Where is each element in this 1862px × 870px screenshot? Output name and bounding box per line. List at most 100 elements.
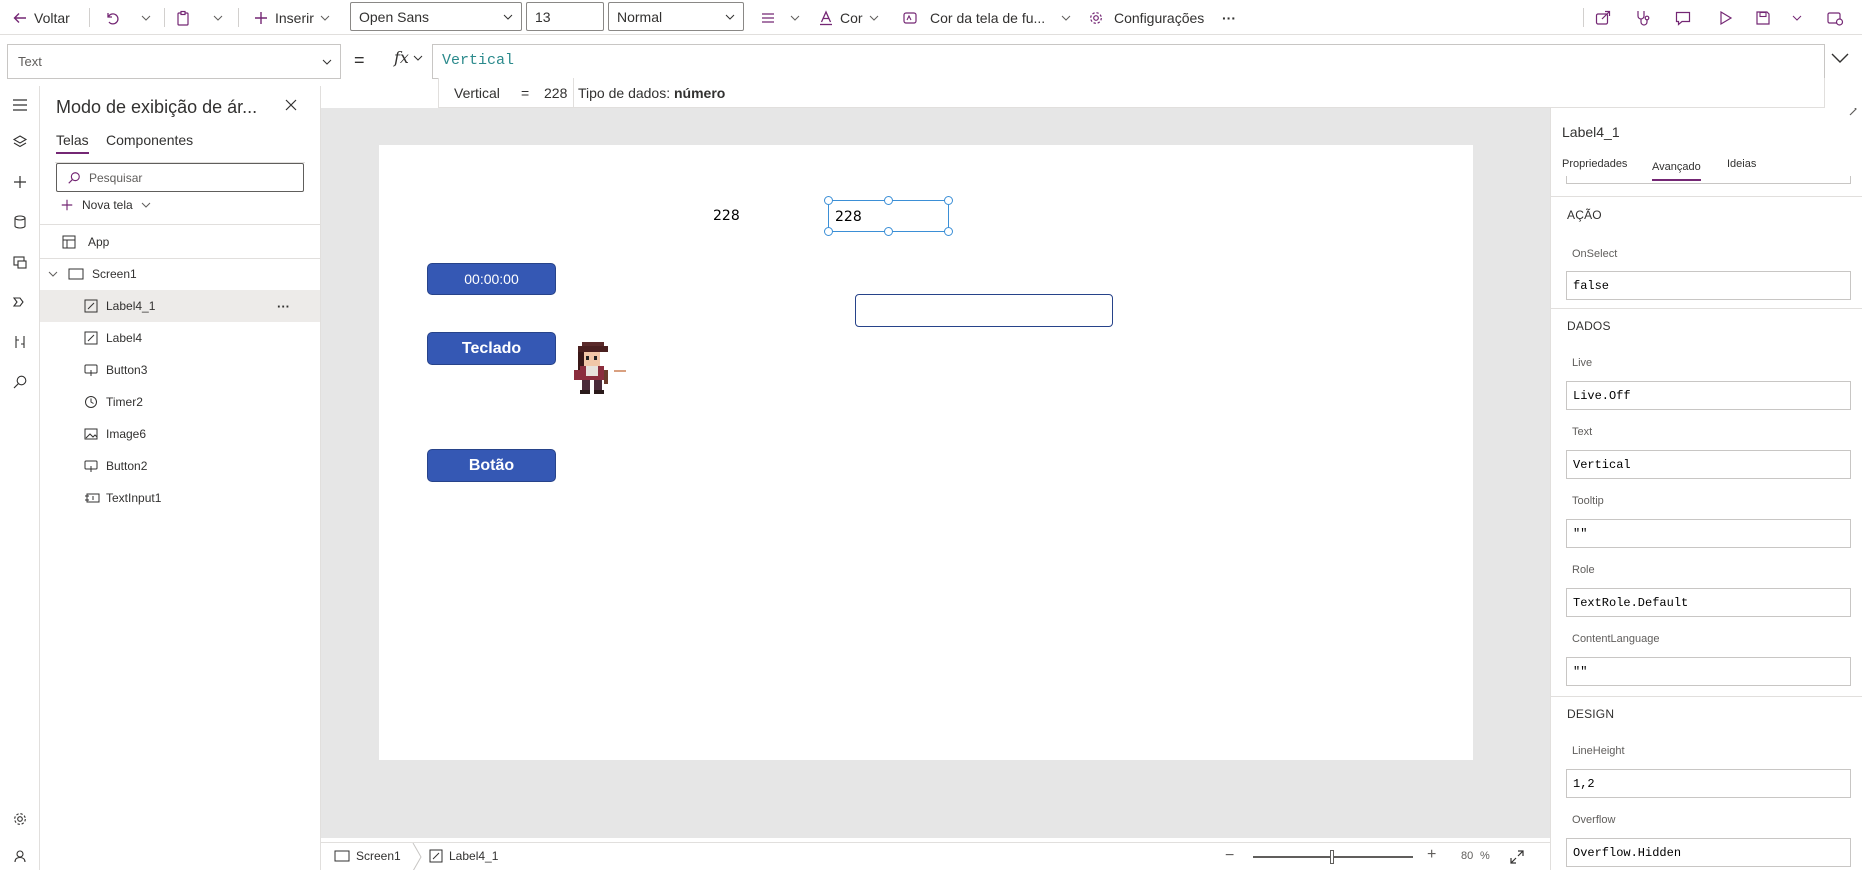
item-more-button[interactable]: ··· <box>277 299 290 314</box>
tree-item-screen1[interactable]: Screen1 <box>40 258 320 290</box>
plus-icon <box>255 11 267 24</box>
formula-expression: Vertical <box>442 52 515 69</box>
app-screen[interactable]: 228 228 00:00:00 Teclado Botão <box>379 145 1473 760</box>
chevron-down-icon <box>1792 15 1802 21</box>
zoom-slider[interactable] <box>1253 850 1413 864</box>
screen-fill-button[interactable]: Cor da tela de fu... <box>902 0 1071 35</box>
tree-item-label4-1[interactable]: Label4_1 ··· <box>40 290 320 322</box>
resize-handle[interactable] <box>884 227 893 236</box>
more-button[interactable]: ··· <box>1222 0 1236 35</box>
tree-item-button2[interactable]: Button2 <box>40 450 320 482</box>
new-screen-button[interactable]: Nova tela <box>60 198 151 212</box>
tab-screens[interactable]: Telas <box>56 132 89 154</box>
divider <box>40 224 320 225</box>
back-button[interactable]: Voltar <box>12 0 70 35</box>
tab-ideas[interactable]: Ideias <box>1727 158 1756 170</box>
tree-item-image6[interactable]: Image6 <box>40 418 320 450</box>
tab-properties[interactable]: Propriedades <box>1562 158 1627 170</box>
contentlanguage-input[interactable]: "" <box>1566 657 1851 686</box>
tooltip-input[interactable]: "" <box>1566 519 1851 548</box>
save-button[interactable] <box>1754 0 1772 35</box>
align-button[interactable] <box>760 0 800 35</box>
data-button[interactable] <box>5 207 35 237</box>
resize-handle[interactable] <box>884 196 893 205</box>
label4-control[interactable]: 228 <box>713 208 740 224</box>
breadcrumb-screen[interactable]: Screen1 <box>334 849 401 863</box>
divider <box>1551 196 1862 197</box>
flow-icon <box>12 297 24 307</box>
text-input[interactable]: Vertical <box>1566 450 1851 479</box>
image6-character[interactable] <box>568 340 632 396</box>
paste-button[interactable] <box>175 0 191 35</box>
insert-rail-button[interactable] <box>5 167 35 197</box>
chevron-down-icon <box>790 15 800 21</box>
font-family-select[interactable]: Open Sans <box>350 2 522 31</box>
fx-button[interactable]: fx <box>394 48 423 67</box>
tree-item-app[interactable]: App <box>40 226 320 258</box>
expand-formula-button[interactable] <box>1830 52 1850 64</box>
tree-item-label: Screen1 <box>92 267 137 281</box>
onselect-input[interactable]: false <box>1566 271 1851 300</box>
fx-icon: fx <box>394 48 409 67</box>
zoom-in-button[interactable]: + <box>1427 846 1436 864</box>
search-input[interactable]: Pesquisar <box>56 163 304 192</box>
tree-item-textinput1[interactable]: TextInput1 <box>40 482 320 514</box>
share-button[interactable] <box>1594 0 1612 35</box>
screen-icon <box>68 268 84 280</box>
chevron-down-icon <box>1061 15 1071 21</box>
publish-button[interactable] <box>1826 0 1844 35</box>
resize-handle[interactable] <box>824 196 833 205</box>
virtual-agent-button[interactable] <box>5 841 35 870</box>
insert-button[interactable]: Inserir <box>253 0 330 35</box>
settings-button[interactable]: Configurações <box>1088 0 1204 35</box>
tree-item-timer2[interactable]: Timer2 <box>40 386 320 418</box>
chevron-right-icon <box>1849 108 1857 116</box>
font-weight-select[interactable]: Normal <box>608 2 744 31</box>
scrolled-field <box>1566 176 1851 184</box>
tree-item-label: Label4 <box>106 331 143 345</box>
settings-rail-button[interactable] <box>5 804 35 834</box>
divider <box>573 78 574 108</box>
collapse-panel-button[interactable] <box>1849 108 1857 116</box>
preview-button[interactable] <box>1716 0 1734 35</box>
breadcrumb-control[interactable]: Label4_1 <box>429 849 498 863</box>
tree-item-label4[interactable]: Label4 <box>40 322 320 354</box>
close-panel-button[interactable] <box>284 98 298 112</box>
app-checker-button[interactable] <box>1634 0 1652 35</box>
live-input[interactable]: Live.Off <box>1566 381 1851 410</box>
resize-handle[interactable] <box>944 196 953 205</box>
undo-button[interactable] <box>104 0 120 35</box>
textinput1-control[interactable] <box>855 294 1113 327</box>
clipboard-icon <box>177 10 189 26</box>
timer2-control[interactable]: 00:00:00 <box>427 263 556 295</box>
overflow-input[interactable]: Overflow.Hidden <box>1566 838 1851 867</box>
zoom-slider-thumb[interactable] <box>1330 850 1334 864</box>
resize-handle[interactable] <box>824 227 833 236</box>
font-size-input[interactable]: 13 <box>526 2 604 31</box>
search-rail-button[interactable] <box>5 367 35 397</box>
comments-button[interactable] <box>1674 0 1692 35</box>
tree-item-button3[interactable]: Button3 <box>40 354 320 386</box>
formula-input[interactable] <box>432 44 1825 79</box>
lineheight-input[interactable]: 1,2 <box>1566 769 1851 798</box>
undo-dropdown[interactable] <box>141 0 151 35</box>
paste-dropdown[interactable] <box>213 0 223 35</box>
property-select[interactable]: Text <box>7 44 341 79</box>
media-button[interactable] <box>5 247 35 277</box>
zoom-out-button[interactable]: − <box>1225 847 1234 865</box>
tab-components[interactable]: Componentes <box>106 132 193 148</box>
resize-handle[interactable] <box>944 227 953 236</box>
gear-icon <box>1090 11 1102 24</box>
role-input[interactable]: TextRole.Default <box>1566 588 1851 617</box>
fit-to-window-button[interactable] <box>1510 850 1524 864</box>
equals-sign: = <box>354 50 365 70</box>
button2-control[interactable]: Botão <box>427 449 556 482</box>
variables-button[interactable] <box>5 327 35 357</box>
tree-view-button[interactable] <box>5 127 35 157</box>
save-dropdown[interactable] <box>1792 0 1802 35</box>
menu-button[interactable] <box>5 90 35 120</box>
button3-control[interactable]: Teclado <box>427 332 556 365</box>
arrow-left-icon <box>13 12 26 23</box>
color-button[interactable]: Cor <box>818 0 879 35</box>
power-automate-button[interactable] <box>5 287 35 317</box>
